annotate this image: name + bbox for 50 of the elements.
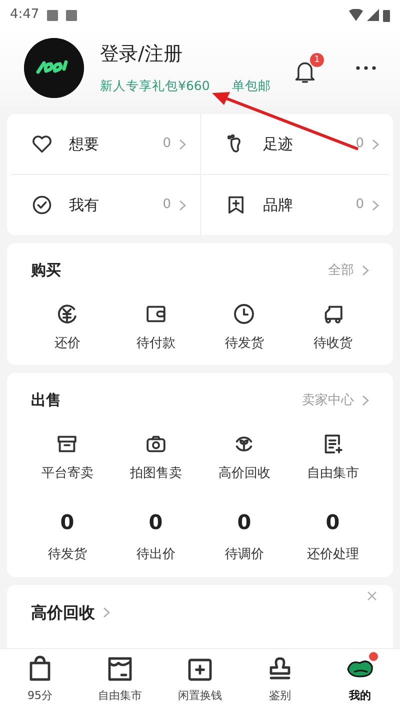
bell-icon bbox=[294, 60, 316, 84]
section-title: 出售 bbox=[31, 390, 61, 411]
stat-item[interactable]: 足迹 0 bbox=[200, 114, 393, 174]
tab-item[interactable]: 95分 bbox=[0, 654, 80, 705]
tab-item[interactable]: 鉴别 bbox=[240, 654, 320, 705]
section-title: 购买 bbox=[31, 260, 61, 281]
stat-item[interactable]: 想要 0 bbox=[7, 114, 200, 174]
chevron-icon bbox=[179, 138, 186, 150]
chevron-icon bbox=[179, 200, 186, 210]
login-register-link[interactable]: 登录/注册 bbox=[100, 40, 278, 69]
image-icon bbox=[47, 10, 58, 20]
menu-item[interactable]: 平台寄卖 bbox=[41, 428, 94, 487]
stat-item[interactable]: 我有 0 bbox=[7, 175, 200, 235]
wifi-icon bbox=[349, 9, 363, 21]
bell-button[interactable]: 1 bbox=[294, 52, 324, 84]
promo-text: 新人专享礼包¥660 bbox=[100, 76, 210, 95]
menu-item[interactable]: 待发货 bbox=[224, 298, 264, 357]
signal-icon bbox=[367, 9, 379, 21]
menu-item[interactable]: 自由集市 bbox=[306, 428, 359, 487]
status-time: 4:47 bbox=[10, 6, 40, 24]
count-item[interactable]: 0 待发货 bbox=[48, 503, 87, 568]
a-icon bbox=[66, 10, 78, 20]
menu-item[interactable]: 还价 bbox=[54, 298, 80, 357]
chevron-icon bbox=[362, 394, 369, 406]
check-circle-icon bbox=[31, 194, 53, 216]
count-item[interactable]: 0 待调价 bbox=[224, 503, 264, 568]
menu-item[interactable]: 高价回收 bbox=[218, 428, 270, 487]
battery-icon bbox=[383, 8, 390, 22]
tab-item[interactable]: 我的 bbox=[320, 654, 400, 705]
count-item[interactable]: 0 还价处理 bbox=[306, 503, 359, 568]
count-item[interactable]: 0 待出价 bbox=[136, 503, 176, 568]
promo-text: 单包邮 bbox=[232, 76, 271, 95]
tab-item[interactable]: 闲置换钱 bbox=[160, 654, 240, 705]
menu-item[interactable]: 拍图售卖 bbox=[130, 428, 182, 487]
notification-badge: 1 bbox=[310, 52, 324, 66]
banner-title-link[interactable]: 高价回收 bbox=[23, 600, 118, 624]
tab-item[interactable]: 自由集市 bbox=[80, 654, 160, 705]
heart-icon bbox=[31, 133, 53, 155]
more-icon[interactable] bbox=[356, 66, 376, 70]
chevron-icon bbox=[103, 607, 110, 618]
menu-item[interactable]: 待付款 bbox=[136, 298, 176, 357]
chevron-icon bbox=[372, 200, 379, 210]
notification-dot bbox=[369, 652, 378, 662]
avatar-logo[interactable] bbox=[24, 38, 84, 98]
yen-circle-icon bbox=[55, 302, 80, 326]
clock-icon bbox=[232, 302, 256, 326]
stat-item[interactable]: 品牌 0 bbox=[200, 175, 393, 235]
menu-item[interactable]: 待收货 bbox=[313, 298, 352, 357]
chevron-icon bbox=[362, 264, 369, 276]
chevron-icon bbox=[372, 138, 379, 150]
